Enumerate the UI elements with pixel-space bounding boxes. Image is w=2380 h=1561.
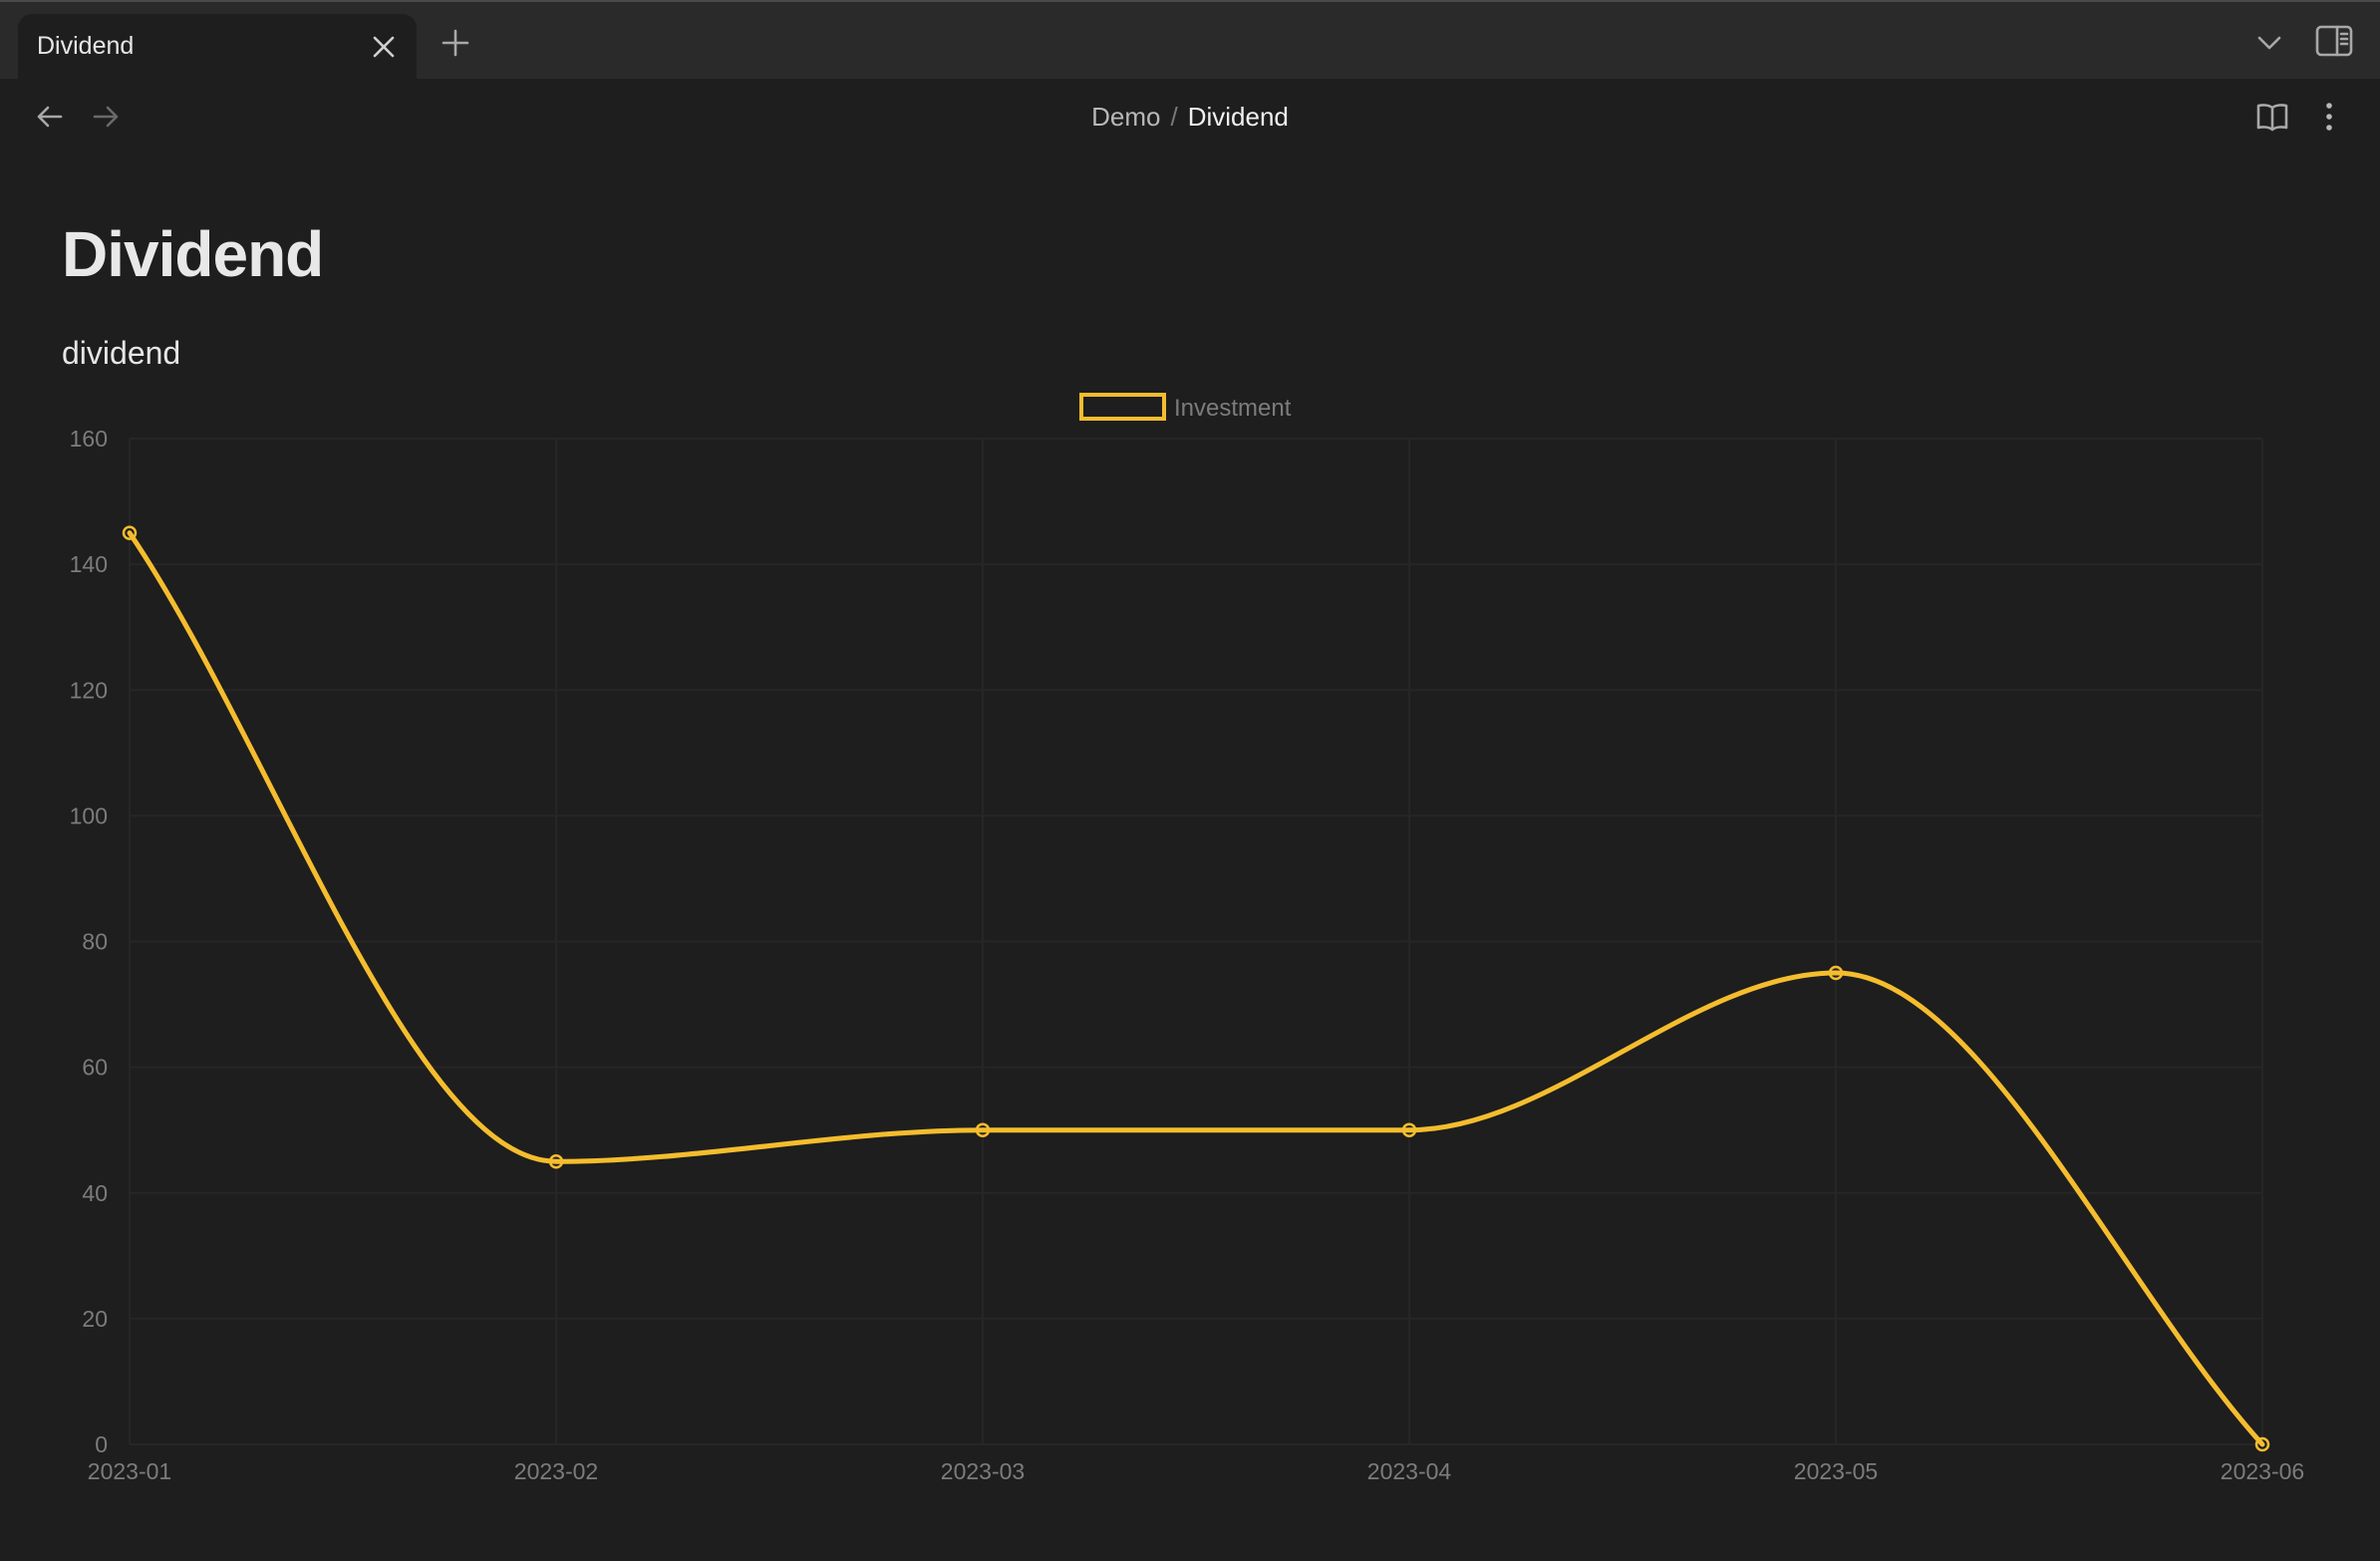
legend-label: Investment	[1174, 395, 1292, 422]
y-tick-label: 160	[70, 426, 108, 452]
page-title: Dividend	[62, 218, 324, 290]
y-tick-label: 60	[82, 1055, 108, 1081]
tab-title: Dividend	[37, 32, 135, 60]
chevron-down-icon[interactable]	[2254, 28, 2284, 58]
y-tick-label: 0	[95, 1431, 108, 1457]
legend-swatch	[1079, 393, 1166, 421]
sidebar-right-icon[interactable]	[2314, 24, 2354, 58]
breadcrumb-current[interactable]: Dividend	[1188, 102, 1289, 132]
y-tick-label: 100	[70, 802, 108, 828]
breadcrumb: Demo / Dividend	[0, 101, 2380, 133]
y-tick-label: 80	[82, 929, 108, 955]
y-tick-label: 40	[82, 1180, 108, 1206]
page-text: dividend	[62, 335, 181, 371]
x-tick-label: 2023-02	[514, 1458, 598, 1484]
app-window: Dividend Demo / Dividend Dividend divide…	[0, 0, 2380, 1561]
tab-bar: Dividend	[0, 0, 2380, 81]
series-line-investment	[127, 530, 2265, 1447]
y-tick-label: 140	[70, 551, 108, 577]
view-header: Demo / Dividend	[0, 79, 2380, 155]
breadcrumb-parent[interactable]: Demo	[1091, 102, 1160, 132]
x-tick-label: 2023-01	[88, 1458, 171, 1484]
tab-dividend[interactable]: Dividend	[18, 14, 417, 81]
x-tick-label: 2023-06	[2221, 1458, 2304, 1484]
close-icon[interactable]	[371, 34, 397, 60]
line-chart: 0 20 40 60 80 100 120 140 160 2023-01 2023-02 2023-…	[70, 393, 2304, 1484]
plus-icon[interactable]	[441, 28, 470, 58]
y-tick-label: 20	[82, 1306, 108, 1332]
x-tick-label: 2023-05	[1794, 1458, 1878, 1484]
more-vertical-icon[interactable]	[2314, 99, 2344, 135]
y-tick-label: 120	[70, 677, 108, 703]
x-tick-label: 2023-04	[1367, 1458, 1452, 1484]
breadcrumb-separator: /	[1170, 102, 1178, 132]
book-open-icon[interactable]	[2254, 99, 2290, 135]
x-tick-label: 2023-03	[941, 1458, 1025, 1484]
